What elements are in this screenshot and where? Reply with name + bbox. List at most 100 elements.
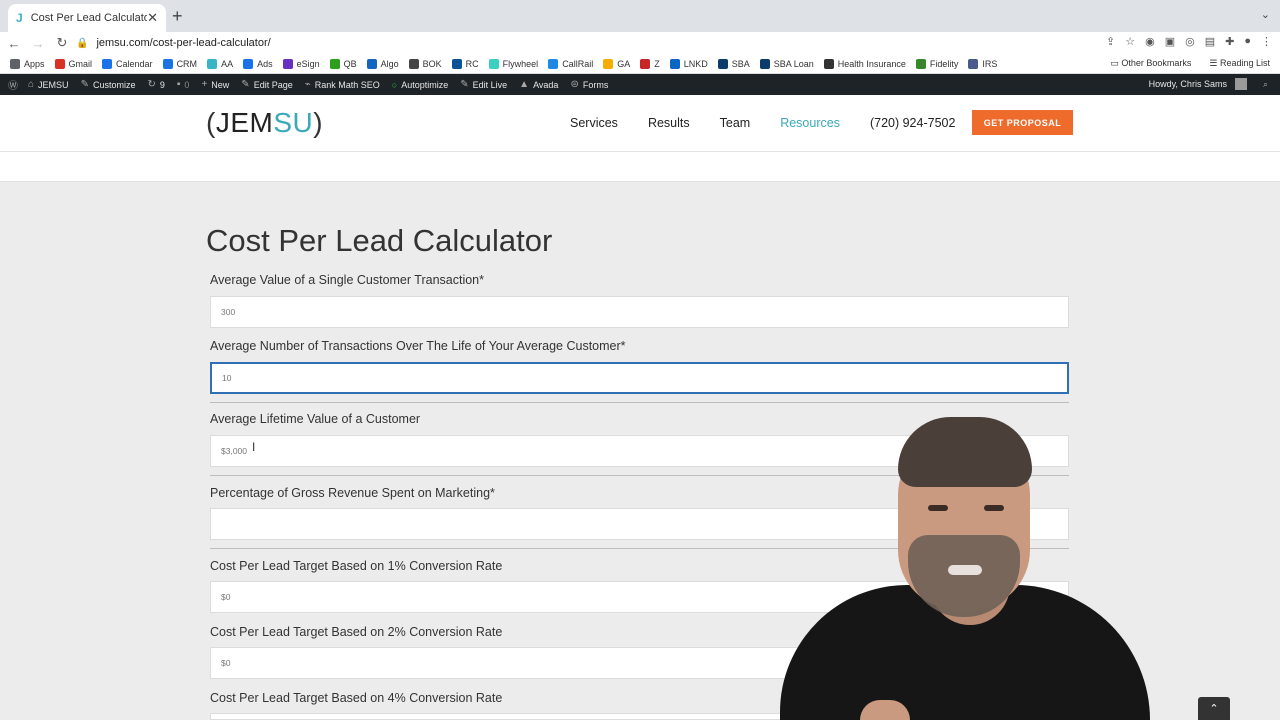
bookmark-lnkd[interactable]: LNKD (669, 58, 708, 69)
text-cursor-icon: I (252, 440, 256, 454)
browser-toolbar: ← → ↻ 🔒 jemsu.com/cost-per-lead-calculat… (0, 32, 1280, 54)
bookmark-favicon-icon (282, 58, 293, 69)
bookmark-favicon-icon (243, 58, 254, 69)
bookmark-favicon-icon (366, 58, 377, 69)
bookmark-favicon-icon (408, 58, 419, 69)
extension-icon[interactable]: ▣ (1165, 35, 1175, 48)
chevron-down-icon[interactable]: ⌄ (1261, 8, 1270, 21)
star-icon[interactable]: ☆ (1125, 35, 1135, 48)
browser-tab[interactable]: J Cost Per Lead Calculator ✕ (8, 4, 166, 32)
transactions-count-input[interactable]: 10 (210, 362, 1069, 394)
other-bookmarks-folder[interactable]: ▭ Other Bookmarks (1110, 58, 1191, 69)
marketing-percentage-input[interactable] (210, 508, 1069, 540)
admin-new[interactable]: + New (201, 79, 229, 90)
bookmark-favicon-icon (548, 58, 559, 69)
comment-icon: ▪ (176, 79, 181, 90)
page-title: Cost Per Lead Calculator (206, 223, 553, 258)
avatar (1234, 78, 1247, 90)
bookmark-ga[interactable]: GA (603, 58, 630, 69)
admin-forms[interactable]: ⊜ Forms (570, 79, 608, 90)
admin-comments[interactable]: ▪ 0 (177, 79, 190, 90)
pencil-icon: ✎ (460, 79, 469, 90)
site-favicon-icon: J (16, 11, 23, 25)
bookmark-favicon-icon (329, 58, 340, 69)
extension-icon[interactable]: ◎ (1185, 35, 1195, 48)
back-icon[interactable]: ← (4, 36, 24, 51)
bookmark-gmail[interactable]: Gmail (54, 58, 92, 69)
bookmark-fidelity[interactable]: Fidelity (915, 58, 958, 69)
admin-edit-live[interactable]: ✎ Edit Live (460, 79, 507, 90)
pencil-icon: ✎ (241, 79, 250, 90)
chevron-up-icon: ⌃ (1209, 703, 1219, 715)
site-header: (JEMSU) Services Results Team Resources … (0, 95, 1280, 152)
bookmark-apps[interactable]: Apps (10, 58, 45, 69)
admin-avada[interactable]: ▲ Avada (519, 79, 558, 90)
bookmark-irs[interactable]: IRS (968, 58, 997, 69)
bookmark-crm[interactable]: CRM (162, 58, 197, 69)
plus-icon: + (201, 79, 208, 90)
scroll-to-top-button[interactable]: ⌃ (1198, 697, 1230, 720)
main-nav: Services Results Team Resources (720) 92… (570, 116, 985, 130)
nav-team[interactable]: Team (720, 116, 751, 130)
bookmark-qb[interactable]: QB (329, 58, 357, 69)
nav-services[interactable]: Services (570, 116, 618, 130)
bookmark-z[interactable]: Z (640, 58, 660, 69)
more-icon[interactable]: ⋮ (1261, 35, 1272, 48)
nav-resources[interactable]: Resources (780, 116, 840, 130)
bookmark-aa[interactable]: AA (207, 58, 233, 69)
admin-edit-page[interactable]: ✎ Edit Page (241, 79, 292, 90)
bookmark-sba[interactable]: SBA (717, 58, 750, 69)
bookmark-favicon-icon (603, 58, 614, 69)
nav-phone[interactable]: (720) 924-7502 (870, 116, 955, 130)
address-bar[interactable]: 🔒 jemsu.com/cost-per-lead-calculator/ (76, 33, 1126, 53)
reading-list-button[interactable]: ☰ Reading List (1209, 58, 1270, 69)
extension-icon[interactable]: ◉ (1145, 35, 1155, 48)
bookmark-flywheel[interactable]: Flywheel (488, 58, 538, 69)
reading-list-icon: ☰ (1209, 58, 1220, 68)
extension-icon[interactable]: ▤ (1205, 35, 1215, 48)
bookmark-esign[interactable]: eSign (282, 58, 320, 69)
nav-results[interactable]: Results (648, 116, 690, 130)
bookmark-favicon-icon (54, 58, 65, 69)
bookmark-ads[interactable]: Ads (243, 58, 273, 69)
cpl-4pct-output (210, 713, 1069, 720)
admin-rank-math[interactable]: ⌁ Rank Math SEO (305, 79, 380, 90)
refresh-icon: ↻ (147, 79, 156, 90)
bookmark-algo[interactable]: Algo (366, 58, 399, 69)
bookmark-health-insurance[interactable]: Health Insurance (823, 58, 906, 69)
wp-admin-bar: Ⓦ ⌂ JEMSU ✎ Customize ↻ 9 ▪ 0 + New ✎ Edit Pag… (0, 74, 1280, 95)
puzzle-icon[interactable]: ✚ (1225, 35, 1234, 48)
admin-updates[interactable]: ↻ 9 (147, 79, 164, 90)
admin-site-link[interactable]: ⌂ JEMSU (28, 79, 69, 90)
field-label-cpl-4pct: Cost Per Lead Target Based on 4% Convers… (210, 691, 503, 705)
transaction-value-input[interactable]: 300 (210, 296, 1069, 328)
bookmark-callrail[interactable]: CallRail (548, 58, 593, 69)
get-proposal-button[interactable]: GET PROPOSAL (972, 110, 1073, 135)
bookmark-calendar[interactable]: Calendar (102, 58, 153, 69)
bookmark-bok[interactable]: BOK (408, 58, 442, 69)
field-divider (210, 475, 1069, 476)
close-tab-icon[interactable]: ✕ (147, 10, 158, 26)
admin-customize[interactable]: ✎ Customize (81, 79, 136, 90)
share-icon[interactable]: ⇪ (1106, 35, 1115, 48)
new-tab-icon[interactable]: + (172, 6, 183, 27)
field-divider (210, 402, 1069, 403)
bookmark-favicon-icon (759, 58, 770, 69)
profile-icon[interactable]: ● (1244, 35, 1251, 48)
bookmark-favicon-icon (640, 58, 651, 69)
bookmark-favicon-icon (717, 58, 728, 69)
bookmarks-right: ▭ Other Bookmarks ☰ Reading List (1110, 58, 1270, 69)
browser-tab-strip: J Cost Per Lead Calculator ✕ + ⌄ (0, 0, 1280, 32)
search-icon[interactable]: ⌕ (1263, 79, 1268, 90)
reload-icon[interactable]: ↻ (52, 35, 72, 51)
admin-account[interactable]: Howdy, Chris Sams ⌕ (1149, 78, 1268, 90)
bookmark-favicon-icon (915, 58, 926, 69)
bookmark-favicon-icon (823, 58, 834, 69)
admin-autoptimize[interactable]: ○ Autoptimize (392, 80, 448, 90)
forward-icon[interactable]: → (28, 36, 48, 51)
bookmark-rc[interactable]: RC (451, 58, 479, 69)
bookmark-sba-loan[interactable]: SBA Loan (759, 58, 814, 69)
wordpress-logo-icon[interactable]: Ⓦ (8, 77, 22, 92)
url-text: jemsu.com/cost-per-lead-calculator/ (96, 37, 271, 49)
site-logo[interactable]: (JEMSU) (206, 107, 323, 139)
